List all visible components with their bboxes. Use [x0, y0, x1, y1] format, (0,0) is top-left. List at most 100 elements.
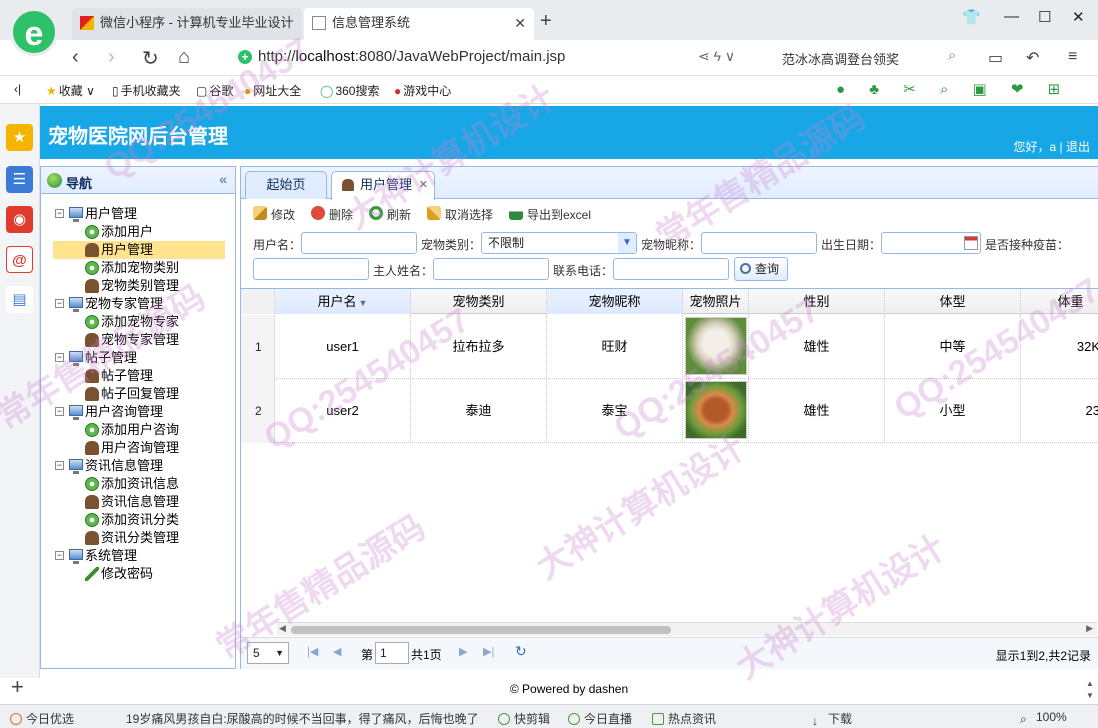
favorites-sidebar-icon[interactable]: ★: [6, 124, 33, 151]
collapse-toggle-icon[interactable]: −: [55, 209, 64, 218]
nav-group-expert[interactable]: − 宠物专家管理: [41, 295, 235, 313]
page-number-input[interactable]: 1: [375, 642, 409, 664]
maximize-button[interactable]: ☐: [1038, 8, 1051, 26]
refresh-icon[interactable]: ↻: [515, 643, 527, 660]
column-weight[interactable]: 体重: [1021, 289, 1098, 314]
column-size[interactable]: 体型: [885, 289, 1021, 314]
owner-name-input[interactable]: [433, 258, 549, 280]
sidebar-toggle-icon[interactable]: ‹|: [14, 82, 21, 96]
menu-icon[interactable]: ≡: [1068, 48, 1077, 66]
first-page-icon[interactable]: |◀: [307, 645, 318, 658]
table-row[interactable]: 2 user2 泰迪 泰宝 雄性 小型 23: [241, 379, 1098, 443]
mail-sidebar-icon[interactable]: @: [6, 246, 33, 273]
column-username[interactable]: 用户名 ▼: [275, 289, 411, 314]
minimize-button[interactable]: —: [1004, 8, 1019, 25]
close-tab-icon[interactable]: ✕: [514, 8, 526, 38]
status-hot-news[interactable]: 热点资讯: [652, 710, 716, 727]
status-zoom[interactable]: ⌕ 100%: [1020, 710, 1067, 726]
column-photo[interactable]: 宠物照片: [683, 289, 749, 314]
collapse-toggle-icon[interactable]: −: [55, 407, 64, 416]
browser-tab-1[interactable]: 微信小程序 - 计算机专业毕业设计: [72, 8, 302, 40]
nav-group-consult[interactable]: − 用户咨询管理: [41, 403, 235, 421]
extension-icons[interactable]: ● ♣ ✂ ⌕ ▣ ❤ ⊞: [836, 80, 1070, 98]
nav-item-user-manage[interactable]: 用户管理: [41, 241, 235, 259]
bookmark-games[interactable]: ● 游戏中心: [394, 82, 451, 99]
add-sidebar-icon[interactable]: +: [11, 674, 24, 700]
nickname-input[interactable]: [701, 232, 817, 254]
collapse-toggle-icon[interactable]: −: [55, 353, 64, 362]
nav-group-user[interactable]: − 用户管理: [41, 205, 235, 223]
nav-item-news-manage[interactable]: 资讯信息管理: [41, 493, 235, 511]
column-nickname[interactable]: 宠物昵称: [547, 289, 683, 314]
weibo-sidebar-icon[interactable]: ◉: [6, 206, 33, 233]
query-button[interactable]: 查询: [734, 257, 788, 281]
home-icon[interactable]: ⌂: [178, 46, 190, 69]
refresh-button[interactable]: 刷新: [369, 206, 411, 223]
birthday-input[interactable]: [881, 232, 981, 254]
tab-home[interactable]: 起始页: [245, 171, 327, 199]
export-button[interactable]: 导出到excel: [509, 206, 591, 223]
collapse-toggle-icon[interactable]: −: [55, 461, 64, 470]
nav-item-post-manage[interactable]: 帖子管理: [41, 367, 235, 385]
status-download[interactable]: ↓ 下载: [812, 710, 852, 728]
tab-user-manage[interactable]: 用户管理 ✕: [331, 171, 435, 200]
nav-item-add-pet-type[interactable]: 添加宠物类别: [41, 259, 235, 277]
nav-item-add-expert[interactable]: 添加宠物专家: [41, 313, 235, 331]
nav-item-add-user[interactable]: 添加用户: [41, 223, 235, 241]
column-pet-type[interactable]: 宠物类别: [411, 289, 547, 314]
edit-button[interactable]: 修改: [253, 206, 295, 223]
cancel-select-button[interactable]: 取消选择: [427, 206, 493, 223]
nav-item-reply-manage[interactable]: 帖子回复管理: [41, 385, 235, 403]
table-row[interactable]: 1 user1 拉布拉多 旺财 雄性 中等 32K: [241, 315, 1098, 379]
reload-icon[interactable]: ↻: [142, 46, 159, 71]
new-tab-button[interactable]: +: [540, 10, 552, 33]
nav-group-system[interactable]: − 系统管理: [41, 547, 235, 565]
search-icon[interactable]: ⌕: [948, 47, 956, 64]
status-news-ticker[interactable]: 19岁痛风男孩自白:尿酸高的时候不当回事，得了痛风，后悔也晚了: [110, 710, 479, 727]
bookmark-360[interactable]: ◯ 360搜索: [320, 82, 379, 99]
url-field[interactable]: + http://localhost:8080/JavaWebProject/m…: [232, 44, 972, 72]
forward-icon[interactable]: ›: [108, 46, 115, 69]
nav-item-add-news[interactable]: 添加资讯信息: [41, 475, 235, 493]
calendar-icon[interactable]: [964, 236, 978, 250]
vertical-scrollbar[interactable]: ▲ ▼: [1082, 678, 1098, 704]
bookmark-hao[interactable]: ● 网址大全: [244, 82, 301, 99]
status-live[interactable]: 今日直播: [568, 710, 632, 727]
close-tab-icon[interactable]: ✕: [419, 172, 428, 198]
nav-item-add-news-category[interactable]: 添加资讯分类: [41, 511, 235, 529]
status-deals[interactable]: 今日优选: [10, 710, 74, 727]
nav-group-news[interactable]: − 资讯信息管理: [41, 457, 235, 475]
list-sidebar-icon[interactable]: ☰: [6, 166, 33, 193]
scroll-right-icon[interactable]: ▶: [1086, 623, 1093, 634]
nav-item-news-category-manage[interactable]: 资讯分类管理: [41, 529, 235, 547]
prev-page-icon[interactable]: ◀: [333, 645, 341, 658]
next-page-icon[interactable]: ▶: [459, 645, 467, 658]
status-quick-edit[interactable]: 快剪辑: [498, 710, 550, 727]
last-page-icon[interactable]: ▶|: [483, 645, 494, 658]
browser-tab-2[interactable]: 信息管理系统 ✕: [304, 8, 534, 40]
bookmark-google[interactable]: ▢ 谷歌: [196, 82, 233, 99]
scroll-thumb[interactable]: [291, 626, 671, 634]
skin-icon[interactable]: 👕: [962, 8, 981, 26]
nav-item-change-password[interactable]: 修改密码: [41, 565, 235, 583]
share-icon[interactable]: ⋖ ϟ ∨: [698, 48, 735, 65]
logout-link[interactable]: 退出: [1066, 140, 1090, 154]
collapse-toggle-icon[interactable]: −: [55, 551, 64, 560]
phone-input[interactable]: [613, 258, 729, 280]
nav-item-add-consult[interactable]: 添加用户咨询: [41, 421, 235, 439]
nav-item-consult-manage[interactable]: 用户咨询管理: [41, 439, 235, 457]
vaccinated-input[interactable]: [253, 258, 369, 280]
horizontal-scrollbar[interactable]: ◀ ▶: [277, 622, 1097, 636]
scroll-left-icon[interactable]: ◀: [279, 623, 286, 634]
nav-group-post[interactable]: − 帖子管理: [41, 349, 235, 367]
delete-button[interactable]: 删除: [311, 206, 353, 223]
battery-icon[interactable]: ▭: [988, 48, 1003, 68]
username-input[interactable]: [301, 232, 417, 254]
page-size-select[interactable]: 5 ▼: [247, 642, 289, 664]
pet-type-select[interactable]: 不限制 ▼: [481, 232, 637, 254]
nav-item-expert-manage[interactable]: 宠物专家管理: [41, 331, 235, 349]
collapse-toggle-icon[interactable]: −: [55, 299, 64, 308]
bookmark-favorites[interactable]: ★ 收藏 ∨: [46, 82, 95, 99]
undo-icon[interactable]: ↶: [1026, 48, 1039, 68]
doc-sidebar-icon[interactable]: ▤: [6, 286, 33, 313]
